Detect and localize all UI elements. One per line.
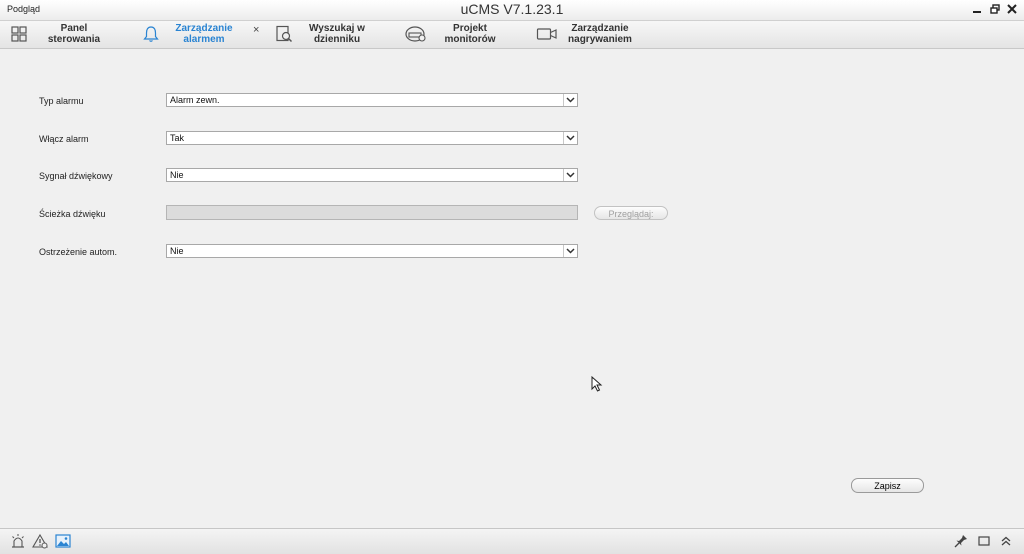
title-bar: Podgląd uCMS V7.1.23.1 — [0, 0, 1024, 21]
alarm-type-value: Alarm zewn. — [170, 95, 220, 105]
tab-label: Panel sterowania — [47, 23, 101, 45]
tab-label: Zarządzanie alarmem — [175, 23, 233, 45]
tab-alarm-management[interactable]: Zarządzanie alarmem × — [135, 21, 265, 48]
tab-label: Projekt monitorów — [444, 23, 496, 45]
image-view-icon[interactable] — [55, 533, 71, 549]
tab-log-search[interactable]: Wyszukaj w dzienniku — [270, 21, 400, 48]
alarm-type-select[interactable]: Alarm zewn. — [166, 93, 578, 107]
sound-path-field — [166, 205, 578, 220]
alarm-settings-panel: Typ alarmu Alarm zewn. Włącz alarm Tak S… — [0, 49, 1024, 527]
save-button[interactable]: Zapisz — [851, 478, 924, 493]
beep-value: Nie — [170, 170, 184, 180]
tab-close-icon[interactable]: × — [253, 24, 259, 36]
grid-icon — [10, 25, 28, 43]
alarm-light-icon[interactable] — [10, 533, 26, 549]
monitor-project-icon — [405, 25, 427, 43]
status-bar — [0, 528, 1024, 554]
enable-alarm-select[interactable]: Tak — [166, 131, 578, 145]
mouse-cursor-icon — [591, 376, 603, 392]
log-search-icon — [275, 25, 293, 43]
pin-icon[interactable] — [953, 533, 969, 549]
enable-alarm-value: Tak — [170, 133, 185, 143]
browse-button[interactable]: Przeglądaj: — [594, 206, 668, 220]
tab-control-panel[interactable]: Panel sterowania — [0, 21, 130, 48]
alarm-type-label: Typ alarmu — [39, 96, 84, 106]
beep-label: Sygnał dźwiękowy — [39, 171, 113, 181]
preview-label[interactable]: Podgląd — [7, 4, 40, 14]
auto-warning-label: Ostrzeżenie autom. — [39, 247, 118, 257]
window-mode-icon[interactable] — [976, 533, 992, 549]
tab-recording-management[interactable]: Zarządzanie nagrywaniem — [530, 21, 665, 48]
close-icon[interactable] — [1005, 2, 1019, 16]
tab-monitor-project[interactable]: Projekt monitorów — [400, 21, 530, 48]
beep-select[interactable]: Nie — [166, 168, 578, 182]
tab-label: Wyszukaj w dzienniku — [309, 23, 365, 45]
sound-path-label: Ścieżka dźwięku — [39, 209, 106, 219]
chevron-down-icon[interactable] — [563, 169, 577, 181]
tab-label: Zarządzanie nagrywaniem — [568, 23, 632, 45]
chevron-down-icon[interactable] — [563, 245, 577, 257]
chevron-down-icon[interactable] — [563, 132, 577, 144]
enable-alarm-label: Włącz alarm — [39, 134, 89, 144]
auto-warning-value: Nie — [170, 246, 184, 256]
restore-icon[interactable] — [988, 2, 1002, 16]
auto-warning-select[interactable]: Nie — [166, 244, 578, 258]
warning-icon[interactable] — [32, 533, 48, 549]
double-chevron-up-icon[interactable] — [998, 533, 1014, 549]
chevron-down-icon[interactable] — [563, 94, 577, 106]
window-title: uCMS V7.1.23.1 — [460, 1, 564, 17]
main-tab-bar: Panel sterowania Zarządzanie alarmem × W… — [0, 21, 1024, 49]
minimize-icon[interactable] — [970, 2, 984, 16]
camera-icon — [536, 25, 558, 43]
bell-icon — [142, 25, 160, 43]
